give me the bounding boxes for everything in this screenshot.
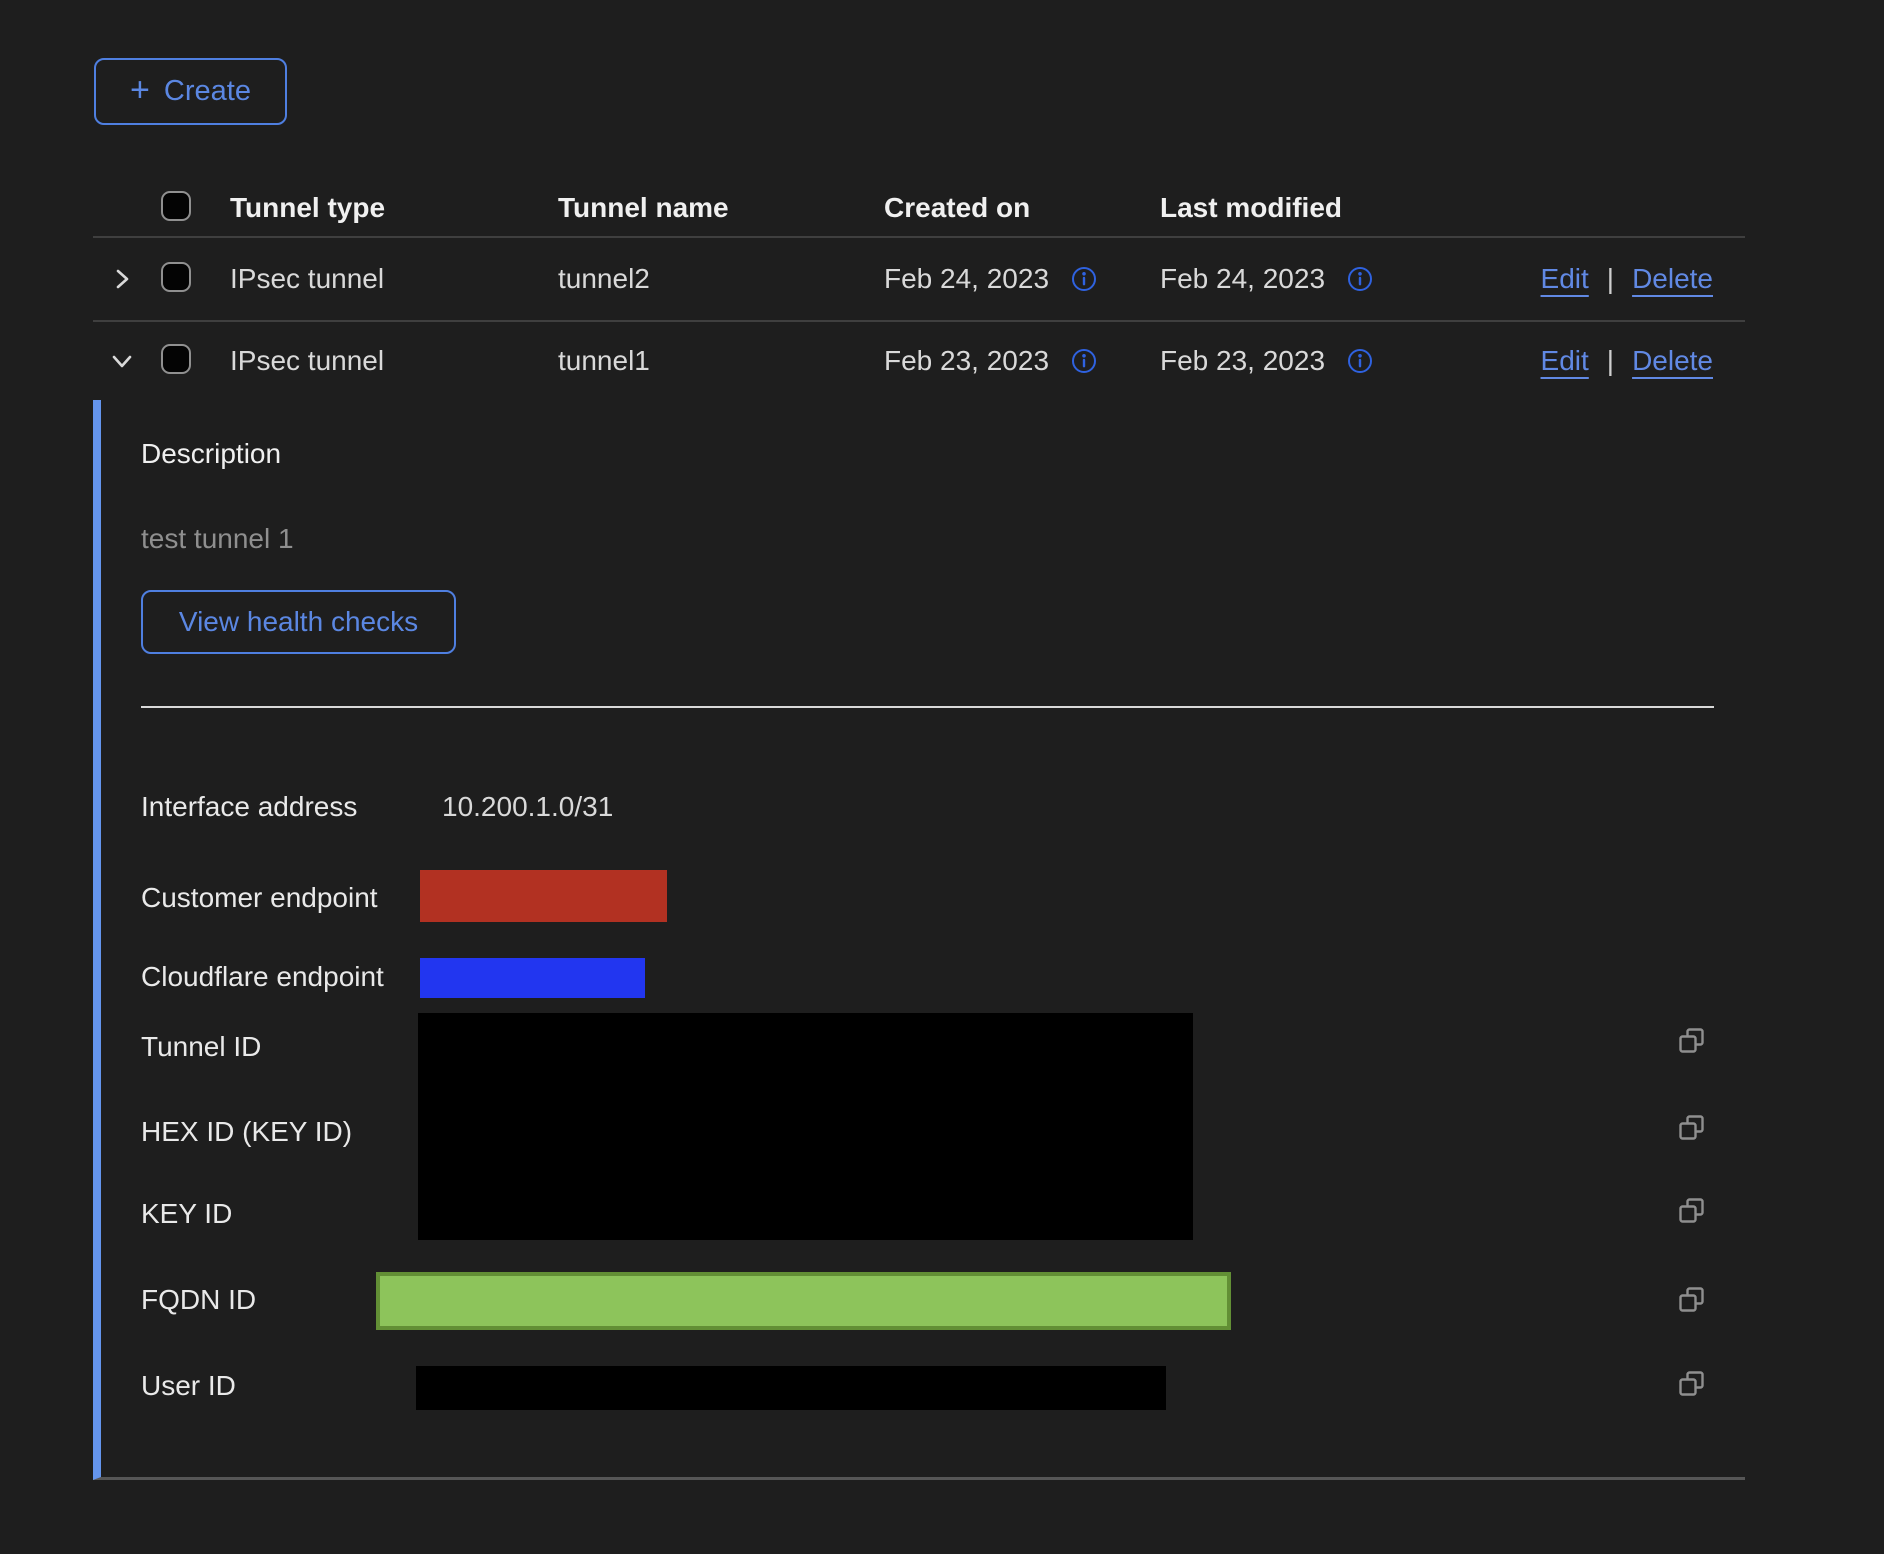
- hex-id-label: HEX ID (KEY ID): [141, 1116, 352, 1148]
- plus-icon: +: [130, 73, 150, 107]
- user-id-redaction: [416, 1366, 1166, 1410]
- header-tunnel-type: Tunnel type: [230, 192, 558, 224]
- description-value: test tunnel 1: [141, 523, 294, 555]
- header-tunnel-name: Tunnel name: [558, 192, 884, 224]
- created-on-cell: Feb 24, 2023: [884, 263, 1049, 295]
- info-icon[interactable]: [1347, 266, 1373, 292]
- table-header-row: Tunnel type Tunnel name Created on Last …: [93, 180, 1745, 238]
- delete-link[interactable]: Delete: [1632, 263, 1713, 295]
- tunnel-type-cell: IPsec tunnel: [230, 345, 558, 377]
- tunnel-name-cell: tunnel1: [558, 345, 884, 377]
- header-created-on: Created on: [884, 192, 1160, 224]
- select-all-checkbox[interactable]: [161, 191, 191, 221]
- edit-link[interactable]: Edit: [1541, 263, 1589, 295]
- customer-endpoint-redaction: [420, 870, 667, 922]
- description-label: Description: [141, 438, 281, 470]
- copy-icon[interactable]: [1676, 1284, 1708, 1316]
- section-divider: [141, 706, 1714, 708]
- table-row: IPsec tunnel tunnel2 Feb 24, 2023 Feb 24…: [93, 238, 1745, 322]
- create-button[interactable]: + Create: [94, 58, 287, 125]
- tunnel-type-cell: IPsec tunnel: [230, 263, 558, 295]
- row-checkbox[interactable]: [161, 262, 191, 292]
- user-id-label: User ID: [141, 1370, 236, 1402]
- copy-icon[interactable]: [1676, 1368, 1708, 1400]
- header-last-modified: Last modified: [1160, 192, 1440, 224]
- id-values-redaction: [418, 1013, 1193, 1240]
- delete-link[interactable]: Delete: [1632, 345, 1713, 377]
- info-icon[interactable]: [1347, 348, 1373, 374]
- table-row: IPsec tunnel tunnel1 Feb 23, 2023 Feb 23…: [93, 322, 1745, 400]
- create-button-label: Create: [164, 75, 251, 108]
- chevron-down-icon[interactable]: [107, 346, 137, 376]
- created-on-cell: Feb 23, 2023: [884, 345, 1049, 377]
- action-separator: |: [1607, 263, 1614, 295]
- edit-link[interactable]: Edit: [1541, 345, 1589, 377]
- view-health-checks-button[interactable]: View health checks: [141, 590, 456, 654]
- cloudflare-endpoint-redaction: [420, 958, 645, 998]
- action-separator: |: [1607, 345, 1614, 377]
- fqdn-id-label: FQDN ID: [141, 1284, 256, 1316]
- last-modified-cell: Feb 24, 2023: [1160, 263, 1325, 295]
- key-id-label: KEY ID: [141, 1198, 232, 1230]
- copy-icon[interactable]: [1676, 1025, 1708, 1057]
- last-modified-cell: Feb 23, 2023: [1160, 345, 1325, 377]
- customer-endpoint-label: Customer endpoint: [141, 882, 378, 914]
- copy-icon[interactable]: [1676, 1195, 1708, 1227]
- ipsec-tunnels-page: + Create Tunnel type Tunnel name Created…: [0, 0, 1884, 1554]
- fqdn-id-redaction: [376, 1272, 1231, 1330]
- info-icon[interactable]: [1071, 348, 1097, 374]
- interface-address-label: Interface address: [141, 791, 357, 823]
- copy-icon[interactable]: [1676, 1112, 1708, 1144]
- info-icon[interactable]: [1071, 266, 1097, 292]
- chevron-right-icon[interactable]: [107, 264, 137, 294]
- cloudflare-endpoint-label: Cloudflare endpoint: [141, 961, 384, 993]
- tunnel-id-label: Tunnel ID: [141, 1031, 261, 1063]
- interface-address-value: 10.200.1.0/31: [442, 791, 613, 823]
- tunnel-name-cell: tunnel2: [558, 263, 884, 295]
- row-checkbox[interactable]: [161, 344, 191, 374]
- tunnel-detail-panel: Description test tunnel 1 View health ch…: [93, 400, 1745, 1480]
- tunnels-table: Tunnel type Tunnel name Created on Last …: [93, 180, 1745, 1480]
